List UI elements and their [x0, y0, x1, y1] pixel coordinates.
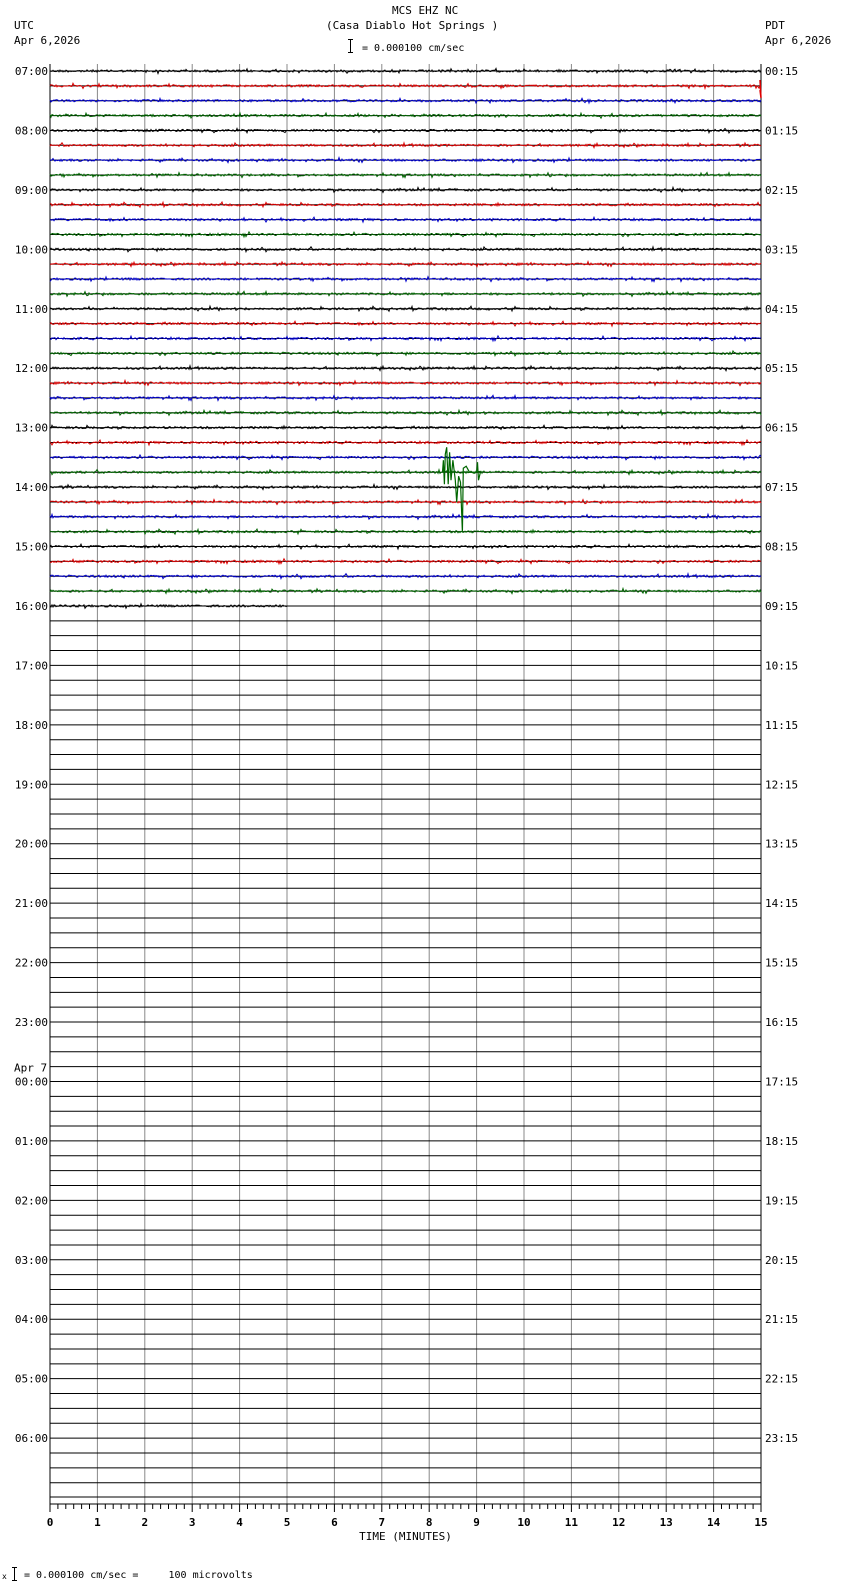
- pdt-hour-label: 23:15: [765, 1432, 798, 1445]
- date-change-label: Apr 7: [14, 1061, 47, 1074]
- pdt-hour-label: 01:15: [765, 124, 798, 137]
- pdt-hour-label: 14:15: [765, 897, 798, 910]
- x-tick-label: 8: [426, 1516, 433, 1529]
- pdt-hour-label: 08:15: [765, 541, 798, 554]
- pdt-hour-label: 11:15: [765, 719, 798, 732]
- trace-row: [49, 304, 761, 313]
- pdt-hour-label: 10:15: [765, 659, 798, 672]
- trace-row: [49, 320, 762, 328]
- pdt-hour-label: 04:15: [765, 303, 798, 316]
- utc-hour-label: 07:00: [15, 65, 48, 78]
- trace-row: [49, 171, 762, 179]
- utc-hour-label: 14:00: [15, 481, 48, 494]
- trace-row: [49, 586, 762, 595]
- utc-hour-label: 17:00: [15, 659, 48, 672]
- x-axis-label: TIME (MINUTES): [359, 1530, 452, 1543]
- x-tick-label: 1: [94, 1516, 101, 1529]
- x-tick-label: 11: [565, 1516, 579, 1529]
- pdt-hour-label: 09:15: [765, 600, 798, 613]
- x-tick-label: 10: [517, 1516, 530, 1529]
- utc-hour-label: 03:00: [15, 1254, 48, 1267]
- utc-hour-label: 15:00: [15, 541, 48, 554]
- x-tick-label: 0: [47, 1516, 54, 1529]
- footer-scale-note: = 0.000100 cm/sec = 100 microvolts: [24, 1570, 253, 1581]
- utc-hour-label: 20:00: [15, 838, 48, 851]
- utc-hour-label: 04:00: [15, 1313, 48, 1326]
- pdt-hour-label: 20:15: [765, 1254, 798, 1267]
- x-tick-label: 6: [331, 1516, 338, 1529]
- x-tick-label: 13: [660, 1516, 673, 1529]
- earthquake-event-trace: [441, 447, 481, 533]
- trace-row: [49, 571, 762, 580]
- pdt-hour-label: 12:15: [765, 778, 798, 791]
- x-tick-label: 5: [284, 1516, 291, 1529]
- utc-hour-label: 01:00: [15, 1135, 48, 1148]
- trace-row: [49, 408, 762, 417]
- trace-row: [49, 482, 762, 491]
- x-tick-label: 3: [189, 1516, 196, 1529]
- seismogram-plot: 0 1 2 3 4 5 6 7 8 9 10 11 12 13 14 15TIME (MINUTES)07:0…: [14, 64, 798, 1543]
- utc-hour-label: 12:00: [15, 362, 48, 375]
- utc-hour-label: 19:00: [15, 778, 48, 791]
- utc-hour-label: 00:00: [15, 1075, 48, 1088]
- x-tick-label: 2: [141, 1516, 148, 1529]
- pdt-hour-label: 15:15: [765, 957, 798, 970]
- trace-row: [49, 289, 762, 298]
- trace-row: [49, 438, 762, 447]
- utc-hour-label: 22:00: [15, 957, 48, 970]
- pdt-hour-label: 03:15: [765, 243, 798, 256]
- pdt-hour-label: 17:15: [765, 1075, 798, 1088]
- trace-row: [49, 378, 762, 387]
- utc-hour-label: 08:00: [15, 124, 48, 137]
- event-trace: [759, 79, 762, 99]
- utc-hour-label: 02:00: [15, 1194, 48, 1207]
- x-tick-label: 15: [754, 1516, 767, 1529]
- pdt-hour-label: 18:15: [765, 1135, 798, 1148]
- pdt-hour-label: 21:15: [765, 1313, 798, 1326]
- pdt-hour-label: 02:15: [765, 184, 798, 197]
- pdt-hour-label: 19:15: [765, 1194, 798, 1207]
- x-tick-label: 12: [612, 1516, 625, 1529]
- x-tick-label: 14: [707, 1516, 721, 1529]
- pdt-hour-label: 22:15: [765, 1373, 798, 1386]
- footer-marker: x: [2, 1572, 7, 1581]
- utc-hour-label: 11:00: [15, 303, 48, 316]
- pdt-hour-label: 07:15: [765, 481, 798, 494]
- footer-scale-bar-icon: [12, 1567, 20, 1581]
- trace-row: [49, 111, 762, 120]
- utc-hour-label: 10:00: [15, 243, 48, 256]
- utc-hour-label: 05:00: [15, 1373, 48, 1386]
- utc-hour-label: 23:00: [15, 1016, 48, 1029]
- trace-row: [49, 424, 762, 431]
- utc-hour-label: 21:00: [15, 897, 48, 910]
- pdt-hour-label: 05:15: [765, 362, 798, 375]
- x-tick-label: 4: [236, 1516, 243, 1529]
- pdt-hour-label: 13:15: [765, 838, 798, 851]
- utc-hour-label: 16:00: [15, 600, 48, 613]
- utc-hour-label: 13:00: [15, 422, 48, 435]
- trace-row: [50, 67, 762, 75]
- pdt-hour-label: 00:15: [765, 65, 798, 78]
- trace-row: [49, 200, 762, 209]
- trace-row: [49, 349, 762, 358]
- pdt-hour-label: 06:15: [765, 422, 798, 435]
- x-tick-label: 7: [378, 1516, 385, 1529]
- utc-hour-label: 18:00: [15, 719, 48, 732]
- trace-row: [49, 127, 762, 135]
- utc-hour-label: 06:00: [15, 1432, 48, 1445]
- x-tick-label: 9: [473, 1516, 480, 1529]
- trace-row: [49, 96, 762, 105]
- pdt-hour-label: 16:15: [765, 1016, 798, 1029]
- utc-hour-label: 09:00: [15, 184, 48, 197]
